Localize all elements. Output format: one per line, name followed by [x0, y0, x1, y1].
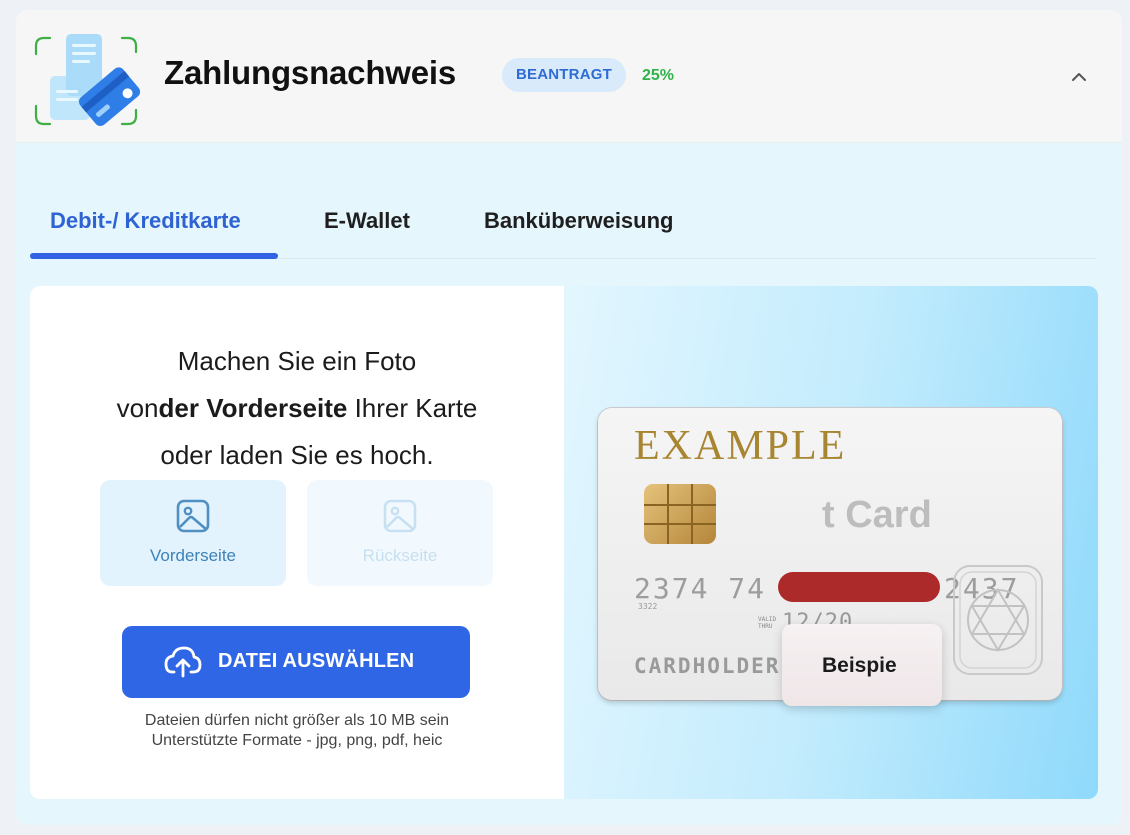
image-icon [383, 499, 417, 533]
valid-label-bottom: THRU [758, 623, 773, 630]
payment-proof-section: Zahlungsnachweis BEANTRAGT 25% Debit-/ K… [16, 10, 1122, 825]
card-number-start: 2374 74 [634, 572, 767, 605]
section-header[interactable]: Zahlungsnachweis BEANTRAGT 25% [16, 10, 1122, 143]
card-brand: EXAMPLE [634, 423, 847, 469]
instruction-emphasis: der Vorderseite [158, 393, 348, 423]
chevron-up-icon[interactable] [1068, 66, 1090, 88]
chip-icon [644, 484, 716, 544]
example-tooltip: Beispie [782, 624, 942, 706]
front-side-button[interactable]: Vorderseite [100, 480, 286, 586]
card-small-number: 3322 [638, 602, 658, 611]
back-side-button[interactable]: Rückseite [307, 480, 493, 586]
image-icon [176, 499, 210, 533]
upload-instructions: Machen Sie ein Foto vonder Vorderseite I… [30, 338, 564, 479]
card-type-text: t Card [822, 494, 932, 536]
payment-method-tabs: Debit-/ Kreditkarte E-Wallet Banküberwei… [30, 186, 1096, 259]
valid-thru-label: VALID THRU [758, 616, 776, 630]
instruction-suffix: Ihrer Karte [347, 393, 478, 423]
upload-panel: Machen Sie ein Foto vonder Vorderseite I… [30, 286, 564, 799]
instruction-line-3: oder laden Sie es hoch. [160, 440, 434, 470]
back-side-label: Rückseite [362, 546, 438, 565]
instruction-prefix: von [116, 393, 159, 423]
instruction-line-1: Machen Sie ein Foto [177, 346, 417, 376]
select-file-button[interactable]: DATEI AUSWÄHLEN [122, 626, 470, 698]
redaction-mark [778, 572, 940, 602]
front-side-label: Vorderseite [150, 546, 236, 565]
tab-debit-credit-card[interactable]: Debit-/ Kreditkarte [50, 208, 241, 234]
active-tab-indicator [30, 253, 278, 259]
select-file-label: DATEI AUSWÄHLEN [218, 650, 415, 672]
section-title: Zahlungsnachweis [164, 54, 457, 91]
cloud-upload-icon [164, 646, 202, 678]
document-card-icon [34, 34, 141, 127]
size-limit-note: Dateien dürfen nicht größer als 10 MB se… [144, 712, 450, 729]
tab-e-wallet[interactable]: E-Wallet [324, 208, 410, 234]
example-panel: EXAMPLE t Card 2374 74 2437 3322 VALID T… [564, 286, 1098, 799]
valid-label-top: VALID [758, 616, 777, 623]
example-tooltip-text: Beispie [822, 654, 897, 677]
card-emblem-icon [953, 565, 1043, 675]
instruction-line-2: vonder Vorderseite Ihrer Karte [30, 385, 564, 432]
example-credit-card: EXAMPLE t Card 2374 74 2437 3322 VALID T… [598, 408, 1062, 706]
formats-note: Unterstützte Formate - jpg, png, pdf, he… [151, 732, 443, 749]
status-badge: BEANTRAGT [502, 58, 626, 92]
progress-percent: 25% [642, 67, 675, 84]
tab-bank-transfer[interactable]: Banküberweisung [484, 208, 673, 234]
